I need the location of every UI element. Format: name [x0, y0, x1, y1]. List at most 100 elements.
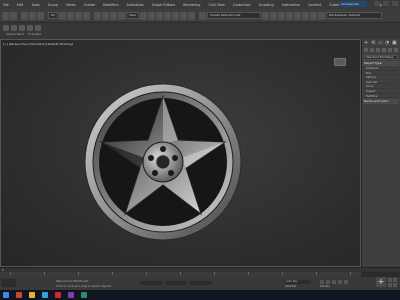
select-manipulate-icon[interactable]: [147, 11, 155, 20]
bind-space-warp-icon[interactable]: [37, 11, 44, 20]
wheel-rim-model[interactable]: [83, 82, 243, 242]
pan-icon[interactable]: [388, 283, 392, 287]
display-tab-icon[interactable]: ▣: [392, 41, 397, 46]
browser-icon[interactable]: [42, 292, 48, 298]
previous-frame-icon[interactable]: [326, 280, 330, 284]
region-select-icon[interactable]: [74, 11, 82, 20]
maximize-icon[interactable]: [383, 1, 389, 6]
app-icon[interactable]: [16, 292, 22, 298]
next-frame-icon[interactable]: [338, 280, 342, 284]
menu-tools[interactable]: Tools: [31, 3, 39, 7]
start-icon[interactable]: [3, 292, 9, 298]
cameras-icon[interactable]: [382, 48, 386, 52]
add-time-tag-icon[interactable]: +: [376, 277, 386, 287]
align-icon[interactable]: [269, 11, 277, 20]
scale-icon[interactable]: [109, 11, 117, 20]
tab-populate[interactable]: Populate: [28, 31, 41, 38]
menu-interactive[interactable]: Interactive: [282, 3, 300, 7]
viewcube[interactable]: [334, 58, 346, 66]
name-color-rollout[interactable]: Name and Color: [363, 99, 399, 105]
app-icon[interactable]: [68, 292, 74, 298]
place-icon[interactable]: [117, 11, 125, 20]
geometry-icon[interactable]: [364, 48, 368, 52]
zoom-all-icon[interactable]: [393, 278, 397, 282]
perspective-viewport[interactable]: [+] [Perspective] [Standard] [Default Sh…: [0, 39, 361, 267]
angle-snap-icon[interactable]: [171, 11, 179, 20]
window-crossing-icon[interactable]: [82, 11, 90, 20]
move-icon[interactable]: [93, 11, 101, 20]
named-selection-dropdown[interactable]: Create Selection Set: [206, 12, 261, 19]
reference-coordinate-dropdown[interactable]: View: [125, 12, 139, 19]
auto-key-button[interactable]: Auto Key: [285, 280, 311, 284]
app-icon[interactable]: [55, 292, 61, 298]
hierarchy-tab-icon[interactable]: ▭: [378, 41, 383, 46]
menu-file[interactable]: File: [3, 3, 9, 7]
maxscript-listener[interactable]: [2, 279, 16, 287]
orbit-icon[interactable]: [393, 283, 397, 287]
render-setup-icon[interactable]: [301, 11, 309, 20]
helpers-icon[interactable]: [388, 48, 392, 52]
tab-object-paint[interactable]: Object Paint: [6, 31, 24, 38]
tick-mark: [316, 272, 317, 275]
mirror-icon[interactable]: [261, 11, 269, 20]
keyboard-shortcut-icon[interactable]: [155, 11, 163, 20]
render-icon[interactable]: [317, 11, 325, 20]
select-by-name-icon[interactable]: [66, 11, 74, 20]
edit-named-selection-icon[interactable]: [198, 11, 206, 20]
play-icon[interactable]: [332, 280, 336, 284]
curve-editor-icon[interactable]: [285, 11, 293, 20]
shapes-icon[interactable]: [370, 48, 374, 52]
pivot-icon[interactable]: [139, 11, 147, 20]
minimize-icon[interactable]: [374, 1, 380, 6]
unlink-icon[interactable]: [29, 11, 36, 20]
material-editor-icon[interactable]: [293, 11, 301, 20]
space-warps-icon[interactable]: [394, 48, 398, 52]
menu-graph-editors[interactable]: Graph Editors: [152, 3, 175, 7]
y-coordinate-field[interactable]: [165, 281, 187, 285]
redo-icon[interactable]: [10, 11, 17, 20]
create-tab-icon[interactable]: +: [364, 41, 368, 46]
link-icon[interactable]: [21, 11, 28, 20]
menu-civil-view[interactable]: Civil View: [208, 3, 224, 7]
menu-customize[interactable]: Customize: [233, 3, 251, 7]
lights-icon[interactable]: [376, 48, 380, 52]
object-type-button[interactable]: TextPlus: [364, 94, 398, 99]
menu-create[interactable]: Create: [84, 3, 95, 7]
zoom-icon[interactable]: [388, 278, 392, 282]
selected-dropdown[interactable]: Selected: [285, 285, 296, 288]
select-object-icon[interactable]: [58, 11, 66, 20]
menu-content[interactable]: Content: [308, 3, 322, 7]
file-explorer-icon[interactable]: [29, 292, 35, 298]
z-coordinate-field[interactable]: [190, 281, 212, 285]
menu-animation[interactable]: Animation: [127, 3, 144, 7]
percent-snap-icon[interactable]: [179, 11, 187, 20]
set-key-button[interactable]: Set Key: [320, 285, 330, 288]
snaps-toggle-icon[interactable]: [163, 11, 171, 20]
menu-modifiers[interactable]: Modifiers: [103, 3, 118, 7]
menu-rendering[interactable]: Rendering: [183, 3, 200, 7]
ribbon: Object Paint Populate: [0, 23, 400, 39]
lug-hole: [160, 146, 166, 152]
window-controls: [374, 1, 398, 6]
menu-edit[interactable]: Edit: [17, 3, 24, 7]
sign-in-button[interactable]: ramasander: [339, 1, 367, 7]
go-to-start-icon[interactable]: [320, 280, 324, 284]
menu-group[interactable]: Group: [48, 3, 58, 7]
menu-views[interactable]: Views: [66, 3, 76, 7]
menu-scripting[interactable]: Scripting: [259, 3, 274, 7]
spinner-snap-icon[interactable]: [187, 11, 195, 20]
viewport-label[interactable]: [+] [Perspective] [Standard] [Default Sh…: [3, 42, 73, 46]
go-to-end-icon[interactable]: [344, 280, 348, 284]
selection-filter-dropdown[interactable]: All: [48, 12, 58, 19]
motion-tab-icon[interactable]: ◔: [385, 41, 389, 46]
modify-tab-icon[interactable]: ⟲: [371, 41, 375, 46]
workspaces-dropdown[interactable]: Workspaces: Default: [325, 12, 382, 19]
render-frame-icon[interactable]: [309, 11, 317, 20]
rotate-icon[interactable]: [101, 11, 109, 20]
x-coordinate-field[interactable]: [140, 281, 162, 285]
undo-icon[interactable]: [2, 11, 9, 20]
layer-explorer-icon[interactable]: [277, 11, 285, 20]
3ds-max-icon[interactable]: [81, 292, 87, 298]
close-icon[interactable]: [392, 1, 398, 6]
category-dropdown[interactable]: Standard Primitives: [364, 55, 398, 60]
